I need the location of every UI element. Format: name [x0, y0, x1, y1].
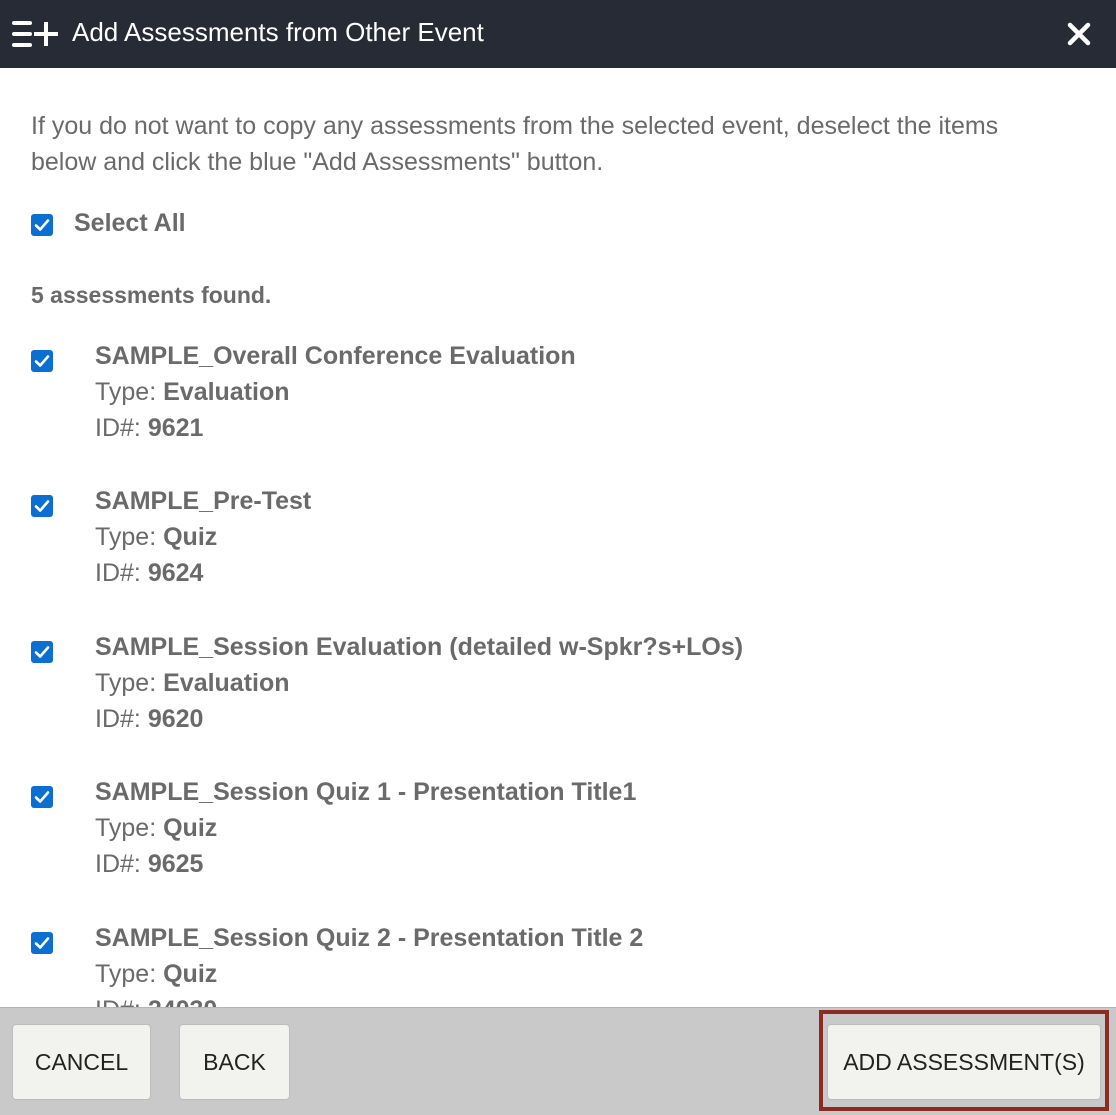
assessment-name: SAMPLE_Pre-Test [95, 487, 312, 515]
type-label: Type: [95, 378, 157, 406]
assessment-name: SAMPLE_Session Evaluation (detailed w-Sp… [95, 633, 744, 661]
add-assessments-button[interactable]: ADD ASSESSMENT(S) [827, 1024, 1101, 1100]
id-label: ID#: [95, 996, 141, 1007]
assessment-checkbox[interactable] [31, 641, 53, 663]
assessment-type: Evaluation [163, 378, 290, 406]
assessment-type: Evaluation [163, 669, 290, 697]
assessment-id: 9624 [147, 559, 204, 587]
assessment-id: 24030 [148, 996, 218, 1007]
id-label: ID#: [95, 850, 141, 878]
assessment-checkbox[interactable] [31, 786, 53, 808]
assessment-name: SAMPLE_Session Quiz 2 - Presentation Tit… [95, 924, 644, 952]
assessment-id: 9620 [147, 705, 204, 733]
checkmark-icon [34, 646, 50, 658]
assessment-item: SAMPLE_Overall Conference Evaluation Typ… [0, 338, 1116, 478]
instructions-text: If you do not want to copy any assessmen… [31, 112, 999, 176]
assessment-type: Quiz [163, 814, 218, 842]
id-label: ID#: [95, 705, 141, 733]
assessment-id: 9625 [147, 850, 204, 878]
dialog-body: If you do not want to copy any assessmen… [0, 68, 1116, 1007]
id-label: ID#: [95, 414, 141, 442]
dialog-footer: CANCEL BACK ADD ASSESSMENT(S) [0, 1007, 1116, 1115]
close-icon[interactable] [1064, 19, 1094, 49]
assessment-name: SAMPLE_Session Quiz 1 - Presentation Tit… [95, 778, 637, 806]
dialog-title: Add Assessments from Other Event [72, 17, 484, 47]
checkmark-icon [34, 500, 50, 512]
checkmark-icon [34, 219, 50, 231]
checkmark-icon [34, 937, 50, 949]
assessment-type: Quiz [163, 523, 218, 551]
checkmark-icon [34, 791, 50, 803]
assessment-name: SAMPLE_Overall Conference Evaluation [95, 342, 576, 370]
back-button[interactable]: BACK [179, 1024, 290, 1100]
assessment-item: SAMPLE_Session Evaluation (detailed w-Sp… [0, 629, 1116, 769]
assessment-checkbox[interactable] [31, 495, 53, 517]
dialog-titlebar: Add Assessments from Other Event [0, 0, 1116, 68]
assessment-item: SAMPLE_Session Quiz 1 - Presentation Tit… [0, 774, 1116, 914]
assessment-type: Quiz [163, 960, 218, 988]
type-label: Type: [95, 814, 157, 842]
type-label: Type: [95, 960, 157, 988]
checkmark-icon [34, 355, 50, 367]
cancel-button[interactable]: CANCEL [12, 1024, 151, 1100]
assessment-id: 9621 [147, 414, 204, 442]
list-add-icon [12, 21, 58, 47]
select-all-label[interactable]: Select All [74, 206, 186, 240]
assessment-checkbox[interactable] [31, 932, 53, 954]
id-label: ID#: [95, 559, 141, 587]
type-label: Type: [95, 523, 157, 551]
assessment-checkbox[interactable] [31, 350, 53, 372]
assessment-item: SAMPLE_Pre-Test Type: Quiz ID#: 9624 [0, 483, 1116, 623]
assessments-count: 5 assessments found. [31, 282, 272, 308]
type-label: Type: [95, 669, 157, 697]
select-all-checkbox[interactable] [31, 214, 53, 236]
assessment-item: SAMPLE_Session Quiz 2 - Presentation Tit… [0, 920, 1116, 1007]
